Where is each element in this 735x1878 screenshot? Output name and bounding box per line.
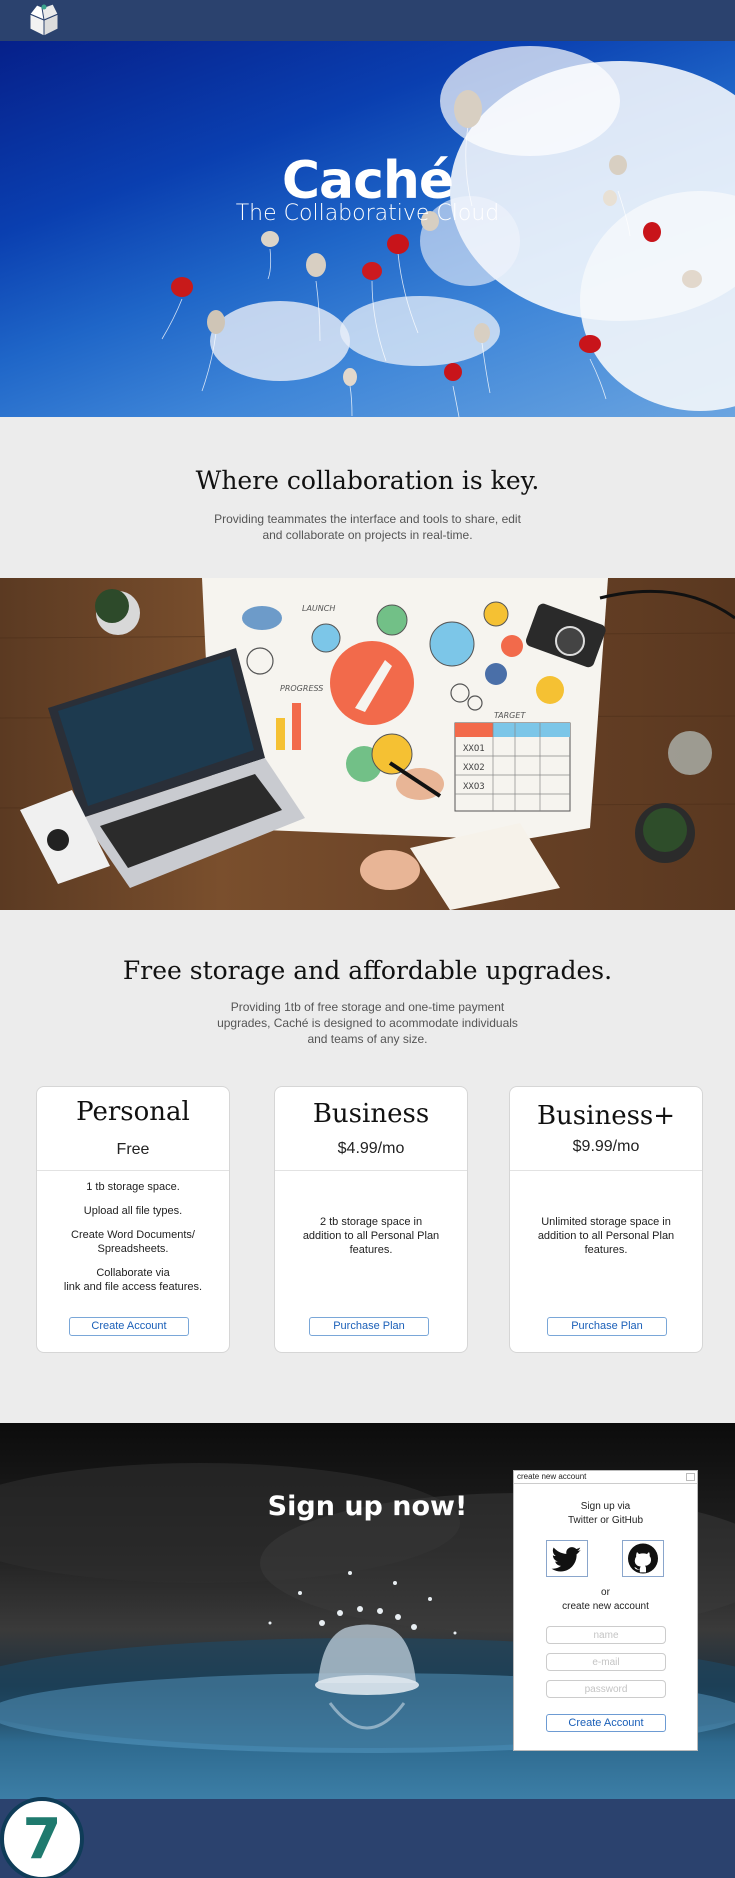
plan-price: $9.99/mo xyxy=(572,1138,640,1155)
github-button[interactable] xyxy=(622,1540,664,1577)
create-account-panel: create new account Sign up via Twitter o… xyxy=(513,1470,698,1751)
plan-name: Personal xyxy=(76,1097,190,1127)
plan-feature: 1 tb storage space. xyxy=(86,1181,180,1193)
email-field[interactable] xyxy=(546,1653,666,1671)
social-signup-text: Sign up via Twitter or GitHub xyxy=(514,1500,697,1528)
pricing-line: and teams of any size. xyxy=(307,1032,428,1046)
plan-feature: Create Word Documents/ Spreadsheets. xyxy=(71,1229,195,1255)
intro-line: Providing teammates the interface and to… xyxy=(214,512,521,526)
plan-feature: Collaborate via link and file access fea… xyxy=(63,1267,203,1293)
hero-subtitle: The Collaborative Cloud xyxy=(235,201,500,226)
table-row-label: XXO2 xyxy=(463,763,485,773)
panel-title: create new account xyxy=(517,1472,587,1481)
table-row-label: XXO1 xyxy=(463,744,485,754)
github-icon xyxy=(628,1543,658,1574)
card-divider xyxy=(275,1170,467,1171)
badge-number: 7 xyxy=(22,1807,62,1872)
plan-price: Free xyxy=(116,1141,150,1158)
create-account-submit-button[interactable]: Create Account xyxy=(546,1714,666,1732)
plan-card-business-plus: Business+ $9.99/mo Unlimited storage spa… xyxy=(509,1086,703,1353)
collaboration-desk-image: XXO1 XXO2 XXO3 LAUNCH PROGRESS TARGET xyxy=(0,578,735,910)
plan-price: $4.99/mo xyxy=(337,1140,405,1157)
intro-text: Providing teammates the interface and to… xyxy=(0,511,735,543)
intro-heading: Where collaboration is key. xyxy=(195,466,540,495)
table-row-label: XXO3 xyxy=(463,782,485,792)
plan-name: Business+ xyxy=(536,1101,676,1131)
launch-label: LAUNCH xyxy=(302,604,335,613)
password-field[interactable] xyxy=(546,1680,666,1698)
or-line: create new account xyxy=(562,1601,649,1612)
plan-card-personal: Personal Free 1 tb storage space. Upload… xyxy=(36,1086,230,1353)
twitter-icon xyxy=(551,1547,581,1572)
pricing-heading: Free storage and affordable upgrades. xyxy=(122,956,613,985)
hero-banner: Caché The Collaborative Cloud xyxy=(0,41,735,417)
plan-feature: 2 tb storage space in addition to all Pe… xyxy=(302,1216,440,1256)
footer-bar xyxy=(0,1799,735,1878)
create-account-button[interactable]: Create Account xyxy=(69,1317,189,1336)
card-divider xyxy=(510,1170,702,1171)
card-divider xyxy=(37,1170,229,1171)
plan-feature: Unlimited storage space in addition to a… xyxy=(537,1216,675,1256)
target-label: TARGET xyxy=(494,711,526,720)
pricing-line: upgrades, Caché is designed to acommodat… xyxy=(217,1016,518,1030)
progress-label: PROGRESS xyxy=(280,684,323,693)
panel-title-bar: create new account xyxy=(514,1471,697,1484)
purchase-plan-button[interactable]: Purchase Plan xyxy=(309,1317,429,1336)
desk-illustration: XXO1 XXO2 XXO3 LAUNCH PROGRESS TARGET xyxy=(0,578,735,910)
purchase-plan-button[interactable]: Purchase Plan xyxy=(547,1317,667,1336)
or-text: or create new account xyxy=(514,1586,697,1614)
box-icon[interactable] xyxy=(27,2,61,38)
pricing-line: Providing 1tb of free storage and one-ti… xyxy=(230,1000,505,1014)
social-signup-line: Twitter or GitHub xyxy=(567,1515,644,1526)
plan-card-business: Business $4.99/mo 2 tb storage space in … xyxy=(274,1086,468,1353)
top-nav-bar xyxy=(0,0,735,41)
plan-name: Business xyxy=(312,1099,430,1129)
pricing-text: Providing 1tb of free storage and one-ti… xyxy=(0,999,735,1047)
hero-balloons-image xyxy=(161,46,735,417)
intro-line: and collaborate on projects in real-time… xyxy=(262,528,473,542)
or-line: or xyxy=(601,1587,610,1598)
plan-features: 1 tb storage space. Upload all file type… xyxy=(47,1180,219,1304)
close-icon[interactable] xyxy=(686,1473,695,1481)
name-field[interactable] xyxy=(546,1626,666,1644)
twitter-button[interactable] xyxy=(546,1540,588,1577)
social-signup-line: Sign up via xyxy=(580,1501,631,1512)
page-number-badge: 7 xyxy=(0,1797,84,1878)
plan-feature: Upload all file types. xyxy=(83,1205,183,1217)
signup-heading: Sign up now! xyxy=(267,1491,468,1522)
